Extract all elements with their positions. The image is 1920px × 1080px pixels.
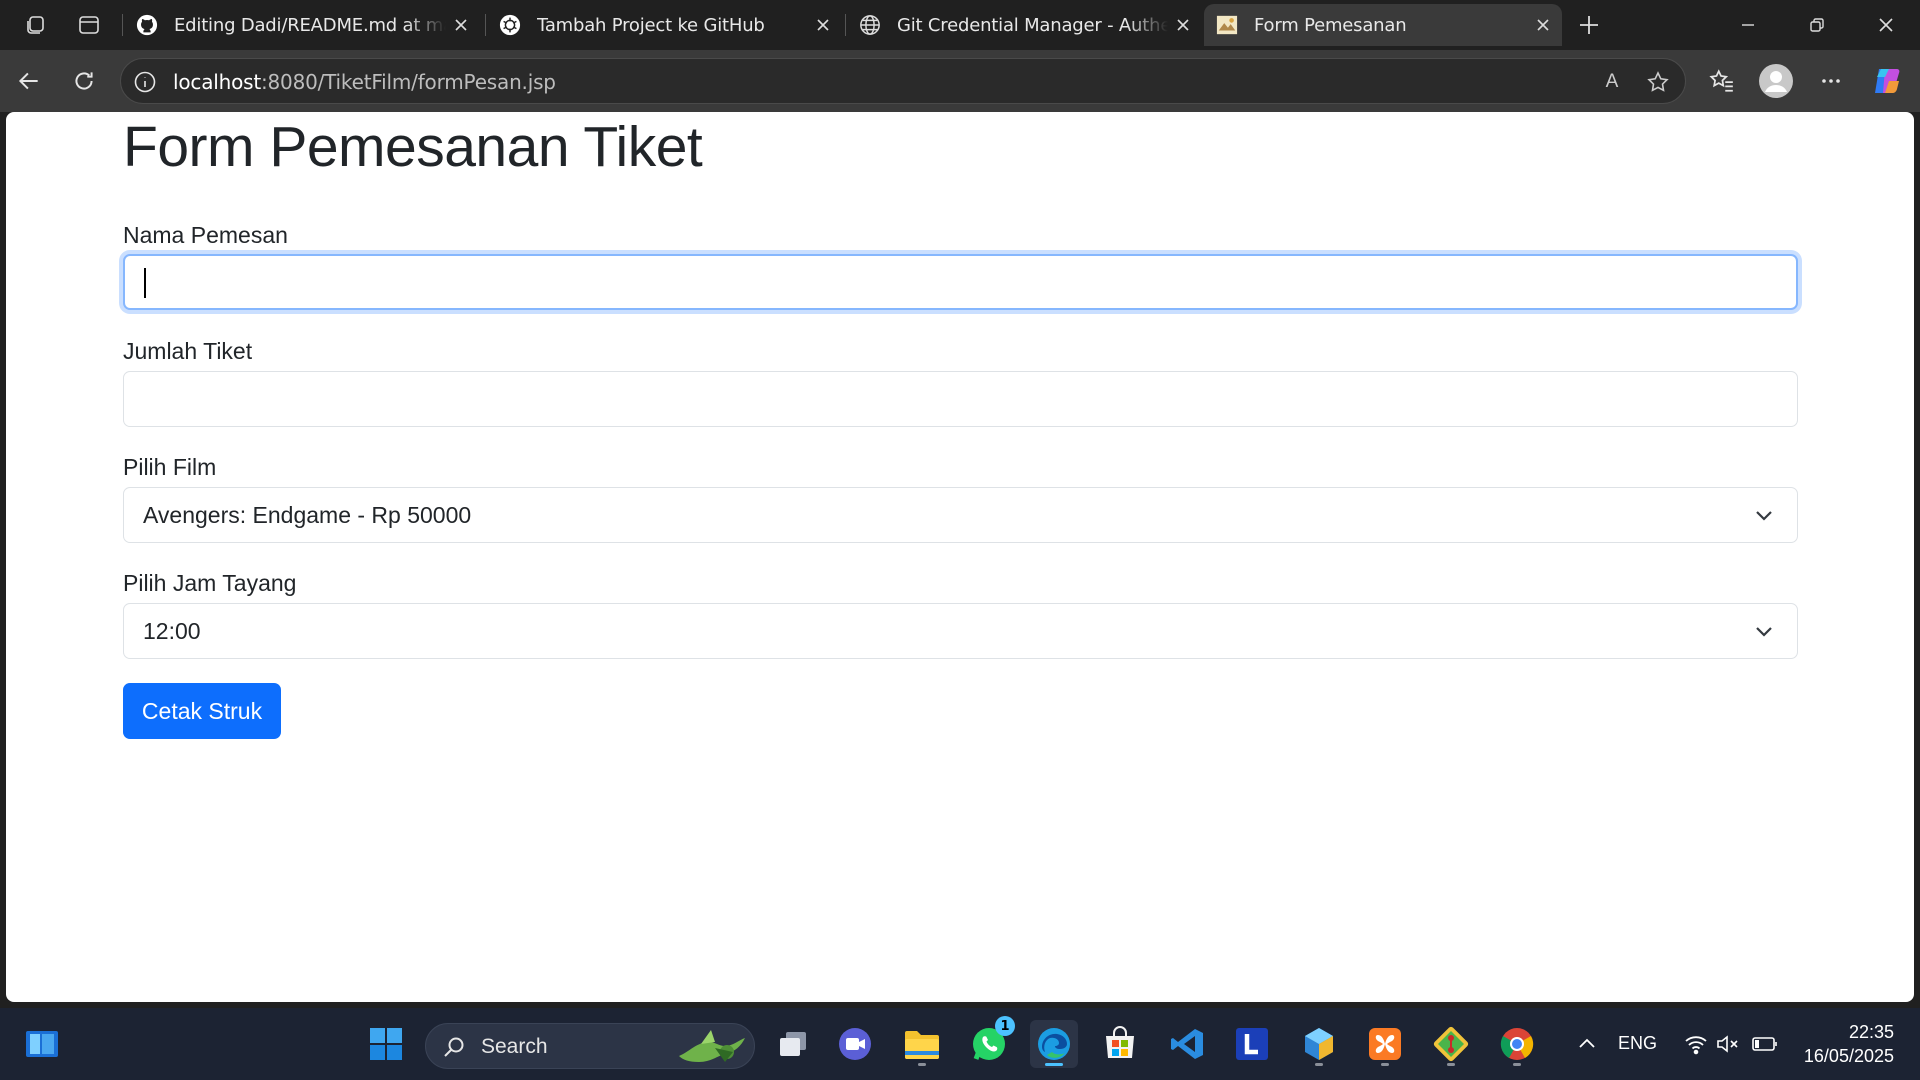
close-tab-icon[interactable] [1168,10,1198,40]
teams-chat-icon[interactable] [831,1020,879,1068]
more-menu-icon[interactable] [1814,64,1848,98]
minimize-icon[interactable] [1713,0,1783,50]
tray-expand-chevron-icon[interactable] [1563,1020,1611,1068]
pilih-jam-select[interactable]: 12:00 [123,603,1798,659]
pilih-film-selected: Avengers: Endgame - Rp 50000 [143,502,472,528]
cetak-struk-button[interactable]: Cetak Struk [123,683,281,739]
whatsapp-icon[interactable]: 1 [965,1016,1015,1068]
page-title: Form Pemesanan Tiket [123,115,703,179]
url-host: localhost [173,70,261,94]
battery-icon[interactable] [1743,1020,1787,1068]
active-window-indicator [1045,1063,1063,1066]
search-icon [444,1037,464,1057]
microsoft-store-icon[interactable] [1096,1020,1144,1068]
page-favicon [1216,14,1238,36]
launcher-l-icon[interactable] [1228,1020,1276,1068]
bird-illustration-icon [679,1030,745,1062]
nama-pemesan-input[interactable] [123,254,1798,310]
profile-avatar-icon[interactable] [1759,64,1793,98]
browser-tab-bar: Editing Dadi/README.md at main Tambah Pr… [0,0,1920,50]
windows-taskbar: Search 1 ENG 22:35 16/05/2025 [0,1008,1920,1080]
clock-time: 22:35 [1848,1022,1894,1042]
notification-badge: 1 [995,1016,1015,1036]
input-language[interactable]: ENG [1618,1033,1657,1054]
workspaces-icon[interactable] [20,9,52,41]
page-viewport: Form Pemesanan Tiket Nama Pemesan Jumlah… [6,112,1914,1002]
copilot-icon[interactable] [1870,64,1904,98]
url-text[interactable]: localhost:8080/TiketFilm/formPesan.jsp [173,70,556,94]
tab-separator [845,14,846,36]
file-explorer-icon[interactable] [898,1020,946,1068]
tab-form-pemesanan[interactable]: Form Pemesanan [1204,4,1562,46]
running-indicator [918,1063,926,1066]
windows-start-icon[interactable] [362,1020,410,1068]
tab-title: Form Pemesanan [1254,14,1407,36]
close-tab-icon[interactable] [808,10,838,40]
close-window-icon[interactable] [1851,0,1920,50]
search-label: Search [481,1035,548,1058]
back-arrow-icon[interactable] [12,64,46,98]
site-info-icon[interactable] [133,70,157,94]
running-indicator [1513,1063,1521,1066]
favorites-icon[interactable] [1705,64,1739,98]
favorite-star-icon[interactable] [1645,69,1671,95]
edge-browser-icon[interactable] [1030,1020,1078,1068]
tab-github[interactable]: Editing Dadi/README.md at main [124,4,480,46]
running-indicator [1447,1063,1455,1066]
taskbar-search[interactable]: Search [425,1023,755,1069]
tab-title: Git Credential Manager - Authentication [897,14,1168,36]
address-bar-row: localhost:8080/TiketFilm/formPesan.jsp A [0,50,1920,112]
jumlah-tiket-label: Jumlah Tiket [123,338,253,364]
running-indicator [1381,1063,1389,1066]
clock-date: 16/05/2025 [1803,1046,1894,1066]
tab-separator [122,14,123,36]
url-path: :8080/TiketFilm/formPesan.jsp [260,70,556,94]
new-tab-icon[interactable] [1573,9,1605,41]
tab-title: Editing Dadi/README.md at main [174,14,446,36]
tab-chatgpt[interactable]: Tambah Project ke GitHub [487,4,842,46]
refresh-icon[interactable] [67,64,101,98]
openai-icon [499,14,521,36]
tab-actions-icon[interactable] [73,9,105,41]
task-view-icon[interactable] [769,1020,817,1068]
text-caret [144,268,146,298]
clock[interactable]: 22:35 16/05/2025 [1790,1022,1910,1068]
chrome-icon[interactable] [1493,1020,1541,1068]
address-bar[interactable]: localhost:8080/TiketFilm/formPesan.jsp A [120,58,1686,104]
pilih-film-label: Pilih Film [123,454,217,480]
chevron-down-icon [1756,511,1772,521]
close-tab-icon[interactable] [1528,10,1558,40]
cube-app-icon[interactable] [1295,1020,1343,1068]
pilih-jam-selected: 12:00 [143,618,201,644]
xampp-icon[interactable] [1361,1020,1409,1068]
pilih-jam-label: Pilih Jam Tayang [123,570,297,596]
widgets-icon[interactable] [18,1020,66,1068]
pilih-film-select[interactable]: Avengers: Endgame - Rp 50000 [123,487,1798,543]
running-indicator [1315,1063,1323,1066]
jumlah-tiket-input[interactable] [123,371,1798,427]
tab-git-credential[interactable]: Git Credential Manager - Authentication [847,4,1202,46]
vscode-icon[interactable] [1163,1020,1211,1068]
tab-separator [485,14,486,36]
chevron-down-icon [1756,627,1772,637]
tab-title: Tambah Project ke GitHub [537,14,765,36]
read-aloud-icon[interactable]: A [1599,69,1625,95]
nama-pemesan-label: Nama Pemesan [123,222,288,248]
close-tab-icon[interactable] [446,10,476,40]
git-icon[interactable] [1427,1020,1475,1068]
read-aloud-label: A [1605,71,1619,92]
globe-icon [859,14,881,36]
github-icon [136,14,158,36]
restore-icon[interactable] [1782,0,1852,50]
